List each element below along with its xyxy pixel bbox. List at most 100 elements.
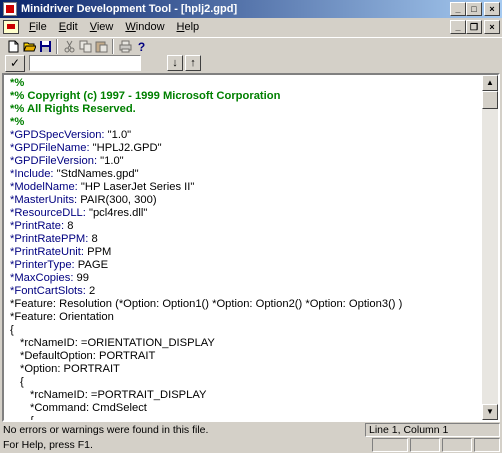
status-panel	[442, 438, 472, 452]
code-editor[interactable]: *% *% Copyright (c) 1997 - 1999 Microsoft…	[2, 73, 500, 422]
document-icon[interactable]	[3, 20, 19, 34]
value: 2	[85, 285, 96, 297]
message-bar: No errors or warnings were found in this…	[0, 423, 502, 437]
scroll-thumb[interactable]	[482, 91, 498, 109]
help-icon[interactable]: ?	[133, 39, 149, 54]
code-line: *Feature: Orientation	[10, 311, 114, 323]
doc-close-button[interactable]: ×	[484, 20, 500, 34]
cut-icon[interactable]	[61, 39, 77, 54]
code-line: *PrinterType: PAGE	[10, 259, 482, 272]
cursor-position: Line 1, Column 1	[365, 423, 500, 437]
keyword: *PrintRatePPM:	[10, 233, 89, 245]
doc-minimize-button[interactable]: _	[450, 20, 466, 34]
menu-bar: File Edit View Window Help _ ❐ ×	[0, 18, 502, 36]
code-line: *%	[10, 77, 25, 89]
search-bar: ✓ ↓ ↑	[0, 54, 502, 72]
help-hint: For Help, press F1.	[3, 439, 93, 451]
find-next-button[interactable]: ↓	[167, 55, 183, 71]
value: "HP LaserJet Series II"	[77, 181, 195, 193]
keyword: *PrintRate:	[10, 220, 65, 232]
value: PAIR(300, 300)	[77, 194, 157, 206]
menu-help[interactable]: Help	[171, 21, 206, 33]
code-line: *MasterUnits: PAIR(300, 300)	[10, 194, 482, 207]
value: "1.0"	[104, 129, 132, 141]
menu-window[interactable]: Window	[119, 21, 170, 33]
window-controls: _ □ ×	[450, 2, 500, 16]
document-controls: _ ❐ ×	[450, 20, 500, 34]
code-line: *ModelName: "HP LaserJet Series II"	[10, 181, 482, 194]
value: "pcl4res.dll"	[85, 207, 148, 219]
value: "1.0"	[97, 155, 124, 167]
save-icon[interactable]	[37, 39, 53, 54]
code-line: *Command: CmdSelect	[30, 402, 147, 414]
code-line: *GPDFileName: "HPLJ2.GPD"	[10, 142, 482, 155]
doc-restore-button[interactable]: ❐	[466, 20, 482, 34]
code-line: *% All Rights Reserved.	[10, 103, 136, 115]
title-bar: Minidriver Development Tool - [hplj2.gpd…	[0, 0, 502, 18]
code-line: *rcNameID: =PORTRAIT_DISPLAY	[30, 389, 207, 401]
code-line: {	[10, 324, 14, 336]
keyword: *PrintRateUnit:	[10, 246, 84, 258]
keyword: *ModelName:	[10, 181, 78, 193]
scroll-down-button[interactable]: ▼	[482, 404, 498, 420]
code-line: *Feature: Resolution (*Option: Option1()…	[10, 298, 403, 310]
keyword: *GPDFileName:	[10, 142, 90, 154]
value: PPM	[84, 246, 112, 258]
code-line: *Include: "StdNames.gpd"	[10, 168, 482, 181]
search-input[interactable]	[29, 55, 141, 71]
status-bar: For Help, press F1.	[0, 437, 502, 453]
app-icon[interactable]	[3, 2, 17, 16]
copy-icon[interactable]	[77, 39, 93, 54]
menu-edit[interactable]: Edit	[53, 21, 84, 33]
value: 99	[73, 272, 89, 284]
value: "HPLJ2.GPD"	[89, 142, 162, 154]
paste-icon[interactable]	[93, 39, 109, 54]
find-previous-button[interactable]: ↑	[185, 55, 201, 71]
new-icon[interactable]	[5, 39, 21, 54]
window-title: Minidriver Development Tool - [hplj2.gpd…	[21, 3, 238, 15]
close-button[interactable]: ×	[484, 2, 500, 16]
keyword: *MasterUnits:	[10, 194, 78, 206]
code-line: *PrintRate: 8	[10, 220, 482, 233]
code-line: *PrintRatePPM: 8	[10, 233, 482, 246]
keyword: *FontCartSlots:	[10, 285, 86, 297]
status-panel	[410, 438, 440, 452]
value: PAGE	[74, 259, 109, 271]
code-line: *FontCartSlots: 2	[10, 285, 482, 298]
print-icon[interactable]	[117, 39, 133, 54]
keyword: *PrinterType:	[10, 259, 75, 271]
menu-file[interactable]: File	[23, 21, 53, 33]
keyword: *GPDSpecVersion:	[10, 129, 105, 141]
value: "StdNames.gpd"	[53, 168, 139, 180]
code-line: *MaxCopies: 99	[10, 272, 482, 285]
code-line: *rcNameID: =ORIENTATION_DISPLAY	[20, 337, 215, 349]
code-line: {	[20, 376, 24, 388]
code-line: *DefaultOption: PORTRAIT	[20, 350, 156, 362]
minimize-button[interactable]: _	[450, 2, 466, 16]
open-icon[interactable]	[21, 39, 37, 54]
svg-text:?: ?	[137, 40, 144, 53]
editor-lines: *% *% Copyright (c) 1997 - 1999 Microsoft…	[10, 77, 482, 422]
code-line: *ResourceDLL: "pcl4res.dll"	[10, 207, 482, 220]
toolbar-separator	[56, 38, 58, 54]
keyword: *MaxCopies:	[10, 272, 74, 284]
check-button[interactable]: ✓	[5, 54, 25, 72]
keyword: *Include:	[10, 168, 54, 180]
code-line: *Option: PORTRAIT	[20, 363, 120, 375]
status-panel	[372, 438, 408, 452]
status-message: No errors or warnings were found in this…	[3, 424, 209, 436]
code-line: *GPDFileVersion: "1.0"	[10, 155, 482, 168]
scroll-up-button[interactable]: ▲	[482, 75, 498, 91]
menu-view[interactable]: View	[84, 21, 120, 33]
value: 8	[88, 233, 98, 245]
maximize-button[interactable]: □	[466, 2, 482, 16]
vertical-scrollbar[interactable]: ▲ ▼	[482, 75, 498, 420]
keyword: *ResourceDLL:	[10, 207, 86, 219]
toolbar-separator	[112, 38, 114, 54]
value: 8	[64, 220, 74, 232]
code-line: {	[30, 415, 34, 422]
code-line: *% Copyright (c) 1997 - 1999 Microsoft C…	[10, 90, 281, 102]
code-line: *GPDSpecVersion: "1.0"	[10, 129, 482, 142]
status-panel	[474, 438, 500, 452]
toolbar: ?	[0, 37, 502, 54]
